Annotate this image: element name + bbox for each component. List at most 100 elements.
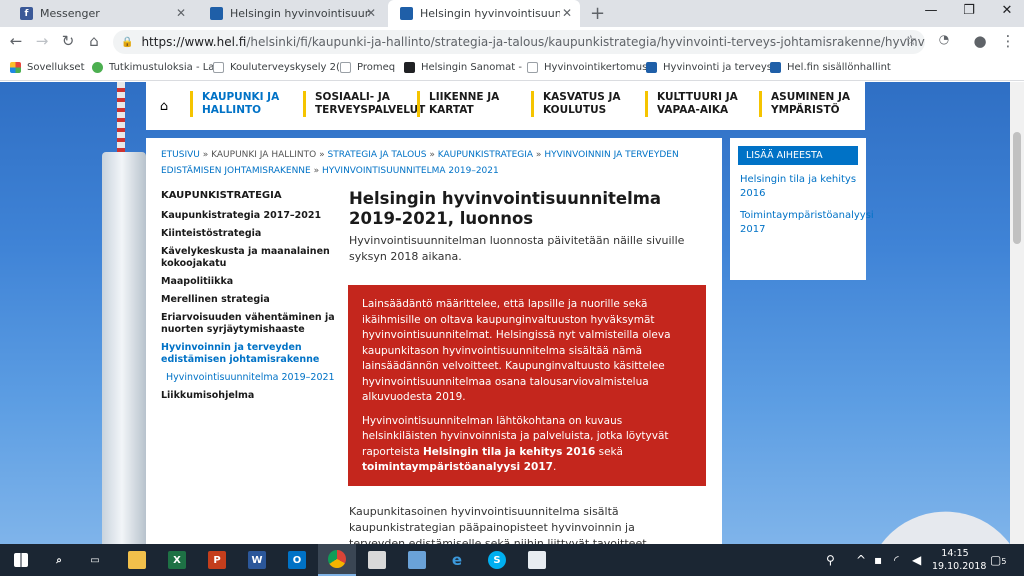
related-link[interactable]: Helsingin tila ja kehitys 2016 <box>738 173 858 201</box>
page-icon <box>340 62 351 73</box>
main-content: ETUSIVU » KAUPUNKI JA HALLINTO » STRATEG… <box>146 138 722 544</box>
scrollbar-thumb[interactable] <box>1013 132 1021 244</box>
clock-time: 14:15 <box>941 548 969 559</box>
bookmark-hyvinvointi-terveys[interactable]: Hyvinvointi ja terveys <box>646 62 772 73</box>
breadcrumb-link[interactable]: STRATEGIA JA TALOUS <box>328 150 427 160</box>
close-icon[interactable]: ✕ <box>176 6 186 20</box>
star-icon[interactable]: ☆ <box>904 33 917 49</box>
bookmark-promeq[interactable]: Promeq <box>340 62 395 73</box>
app-icon <box>408 551 426 569</box>
breadcrumb-current[interactable]: HYVINVOINTISUUNNITELMA 2019–2021 <box>322 166 499 176</box>
taskbar-chrome[interactable] <box>318 544 356 576</box>
breadcrumb-link[interactable]: KAUPUNKISTRATEGIA <box>438 150 533 160</box>
taskbar-app[interactable] <box>358 544 396 576</box>
browser-toolbar: ← → ↻ ⌂ 🔒 https://www.hel.fi/helsinki/fi… <box>0 27 1024 57</box>
sidenav-item[interactable]: Kaupunkistrategia 2017–2021 <box>161 210 339 222</box>
search-icon: ⌕ <box>56 554 62 566</box>
close-window-icon[interactable]: ✕ <box>992 3 1022 18</box>
bookmark-tutkimustuloksia[interactable]: Tutkimustuloksia - La <box>92 62 214 73</box>
task-view-button[interactable]: ▭ <box>76 544 114 576</box>
page-title: Helsingin hyvinvointisuunnitelma 2019-20… <box>349 189 662 228</box>
nav-accent-bar <box>645 91 648 117</box>
sidenav-item[interactable]: Merellinen strategia <box>161 294 339 306</box>
home-icon[interactable]: ⌂ <box>146 82 182 130</box>
taskbar-outlook[interactable]: O <box>278 544 316 576</box>
sidenav-item[interactable]: Maapolitiikka <box>161 276 339 288</box>
lock-icon: 🔒 <box>121 36 134 48</box>
system-clock[interactable]: 14:15 19.10.2018 <box>932 547 986 573</box>
related-heading: LISÄÄ AIHEESTA <box>738 146 858 165</box>
restore-icon[interactable]: ❐ <box>954 3 984 18</box>
sidenav-item[interactable]: Eriarvoisuuden vähentäminen ja nuorten s… <box>161 312 339 336</box>
sidenav-item[interactable]: Kävelykeskusta ja maanalainen kokoojakat… <box>161 246 339 270</box>
report-link[interactable]: Helsingin tila ja kehitys 2016 <box>423 446 595 458</box>
reload-icon[interactable]: ↻ <box>58 32 78 50</box>
bookmark-apps[interactable]: Sovellukset <box>10 62 85 73</box>
side-navigation: KAUPUNKISTRATEGIA Kaupunkistrategia 2017… <box>161 190 339 408</box>
nav-accent-bar <box>531 91 534 117</box>
nav-accent-bar <box>303 91 306 117</box>
tab-title: Helsingin hyvinvointisuunnitelma <box>420 7 560 20</box>
taskbar-app[interactable] <box>398 544 436 576</box>
new-tab-button[interactable]: + <box>590 3 605 24</box>
sidenav-item-active[interactable]: Hyvinvoinnin ja terveyden edistämisen jo… <box>161 342 339 366</box>
home-icon[interactable]: ⌂ <box>84 32 104 50</box>
nav-kulttuuri-ja-vapaa-aika[interactable]: KULTTUURI JA VAPAA-AIKA <box>645 91 738 117</box>
nav-liikenne-ja-kartat[interactable]: LIIKENNE JA KARTAT <box>417 91 499 117</box>
breadcrumb-link[interactable]: KAUPUNKI JA HALLINTO <box>211 150 316 160</box>
tab-messenger[interactable]: f Messenger ✕ <box>8 0 194 27</box>
search-button[interactable]: ⌕ <box>40 544 78 576</box>
taskbar-powerpoint[interactable]: P <box>198 544 236 576</box>
taskbar-edge[interactable]: e <box>438 544 476 576</box>
taskbar-skype[interactable]: S <box>478 544 516 576</box>
taskbar-file-explorer[interactable] <box>118 544 156 576</box>
edge-icon: e <box>451 551 463 569</box>
people-icon[interactable]: ⚲ <box>826 553 835 567</box>
chevron-up-icon[interactable]: ^ <box>856 553 866 567</box>
photos-icon <box>528 551 546 569</box>
start-button[interactable] <box>2 544 40 576</box>
profile-icon[interactable]: ● <box>970 32 990 50</box>
tab-hyvinvointi-2[interactable]: Helsingin hyvinvointisuunnitelma ✕ <box>388 0 580 27</box>
related-link[interactable]: Toimintaympäristöanalyysi 2017 <box>738 209 874 237</box>
bookmark-helsingin-sanomat[interactable]: Helsingin Sanomat - <box>404 62 522 73</box>
notice-paragraph: Lainsäädäntö määrittelee, että lapsille … <box>362 298 671 403</box>
task-view-icon: ▭ <box>90 554 100 566</box>
minimize-icon[interactable]: — <box>916 3 946 18</box>
address-url: https://www.hel.fi/helsinki/fi/kaupunki-… <box>141 35 925 49</box>
volume-icon[interactable]: ◀ <box>912 553 921 567</box>
taskbar-word[interactable]: W <box>238 544 276 576</box>
close-icon[interactable]: ✕ <box>366 6 376 20</box>
taskbar-photos[interactable] <box>518 544 556 576</box>
taskbar-excel[interactable]: X <box>158 544 196 576</box>
back-icon[interactable]: ← <box>6 32 26 50</box>
hel-fi-icon <box>646 62 657 73</box>
powerpoint-icon: P <box>208 551 226 569</box>
forward-icon[interactable]: → <box>32 32 52 50</box>
menu-icon[interactable]: ⋮ <box>998 32 1018 50</box>
sidenav-subitem-current[interactable]: Hyvinvointisuunnitelma 2019–2021 <box>161 372 339 384</box>
breadcrumb-link[interactable]: ETUSIVU <box>161 150 200 160</box>
nav-sosiaali-ja-terveyspalvelut[interactable]: SOSIAALI- JA TERVEYSPALVELUT <box>303 91 425 117</box>
tab-hyvinvointi-1[interactable]: Helsingin hyvinvointisuunnitelma ✕ <box>198 0 384 27</box>
close-icon[interactable]: ✕ <box>562 6 572 20</box>
bookmark-hyvinvointikertomus[interactable]: Hyvinvointikertomus <box>527 62 647 73</box>
network-icon[interactable]: ▪ <box>874 553 882 567</box>
taskbar: ⌕ ▭ X P W O e S ⚲ ^ ▪ ◜ ◀ 14:15 19.10.20… <box>0 544 1024 576</box>
sidenav-item[interactable]: Kiinteistöstrategia <box>161 228 339 240</box>
sidenav-heading[interactable]: KAUPUNKISTRATEGIA <box>161 190 339 202</box>
wifi-icon[interactable]: ◜ <box>894 553 899 567</box>
nav-kasvatus-ja-koulutus[interactable]: KASVATUS JA KOULUTUS <box>531 91 621 117</box>
address-bar[interactable]: 🔒 https://www.hel.fi/helsinki/fi/kaupunk… <box>113 30 925 54</box>
extension-icon[interactable]: ◔ <box>934 32 954 46</box>
report-link[interactable]: toimintaympäristöanalyysi 2017 <box>362 461 553 473</box>
page-scrollbar[interactable] <box>1010 82 1024 544</box>
sidenav-item[interactable]: Liikkumisohjelma <box>161 390 339 402</box>
nav-kaupunki-ja-hallinto[interactable]: KAUPUNKI JA HALLINTO <box>190 91 279 117</box>
bookmark-hel-fi-sisallonhallinta[interactable]: Hel.fin sisällönhallint <box>770 62 891 73</box>
bookmark-kouluterveyskysely[interactable]: Kouluterveyskysely 2( <box>213 62 340 73</box>
notification-icon[interactable]: ▢5 <box>990 553 1006 567</box>
nav-asuminen-ja-ymparisto[interactable]: ASUMINEN JA YMPÄRISTÖ <box>759 91 850 117</box>
notification-count: 5 <box>1001 557 1007 566</box>
page-icon <box>213 62 224 73</box>
